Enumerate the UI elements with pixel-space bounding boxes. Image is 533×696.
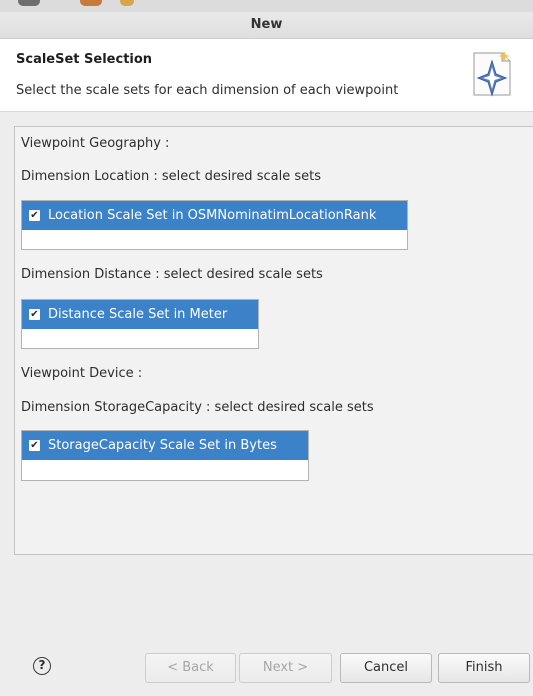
storagecapacity-scale-set-list[interactable]: ✔ StorageCapacity Scale Set in Bytes [21,430,309,481]
dimension-distance-label: Dimension Distance : select desired scal… [21,267,323,282]
viewpoint-geography-label: Viewpoint Geography : [21,136,170,151]
checkbox-checked-icon[interactable]: ✔ [29,440,40,451]
list-item-label: Location Scale Set in OSMNominatimLocati… [48,208,377,223]
cancel-button[interactable]: Cancel [340,653,432,683]
list-item[interactable]: ✔ Distance Scale Set in Meter [22,300,258,329]
page-description: Select the scale sets for each dimension… [16,83,399,98]
list-item[interactable]: ✔ Location Scale Set in OSMNominatimLoca… [22,201,407,230]
help-icon[interactable]: ? [33,657,51,675]
viewpoint-device-label: Viewpoint Device : [21,366,143,381]
wizard-header: ScaleSet Selection Select the scale sets… [0,39,533,112]
list-item-label: StorageCapacity Scale Set in Bytes [48,438,277,453]
back-button[interactable]: < Back [145,653,236,683]
top-window-strip [0,0,533,12]
location-scale-set-list[interactable]: ✔ Location Scale Set in OSMNominatimLoca… [21,200,408,250]
next-button[interactable]: Next > [239,653,332,683]
list-item-label: Distance Scale Set in Meter [48,307,228,322]
new-wizard-icon [473,51,511,97]
dimension-storagecapacity-label: Dimension StorageCapacity : select desir… [21,400,374,415]
finish-button[interactable]: Finish [438,653,530,683]
checkbox-checked-icon[interactable]: ✔ [29,210,40,221]
dialog-title: New [0,12,533,39]
distance-scale-set-list[interactable]: ✔ Distance Scale Set in Meter [21,299,259,349]
page-title: ScaleSet Selection [16,52,153,67]
list-item[interactable]: ✔ StorageCapacity Scale Set in Bytes [22,431,308,460]
scale-set-panel: Viewpoint Geography : Dimension Location… [14,126,533,555]
dimension-location-label: Dimension Location : select desired scal… [21,169,321,184]
checkbox-checked-icon[interactable]: ✔ [29,309,40,320]
